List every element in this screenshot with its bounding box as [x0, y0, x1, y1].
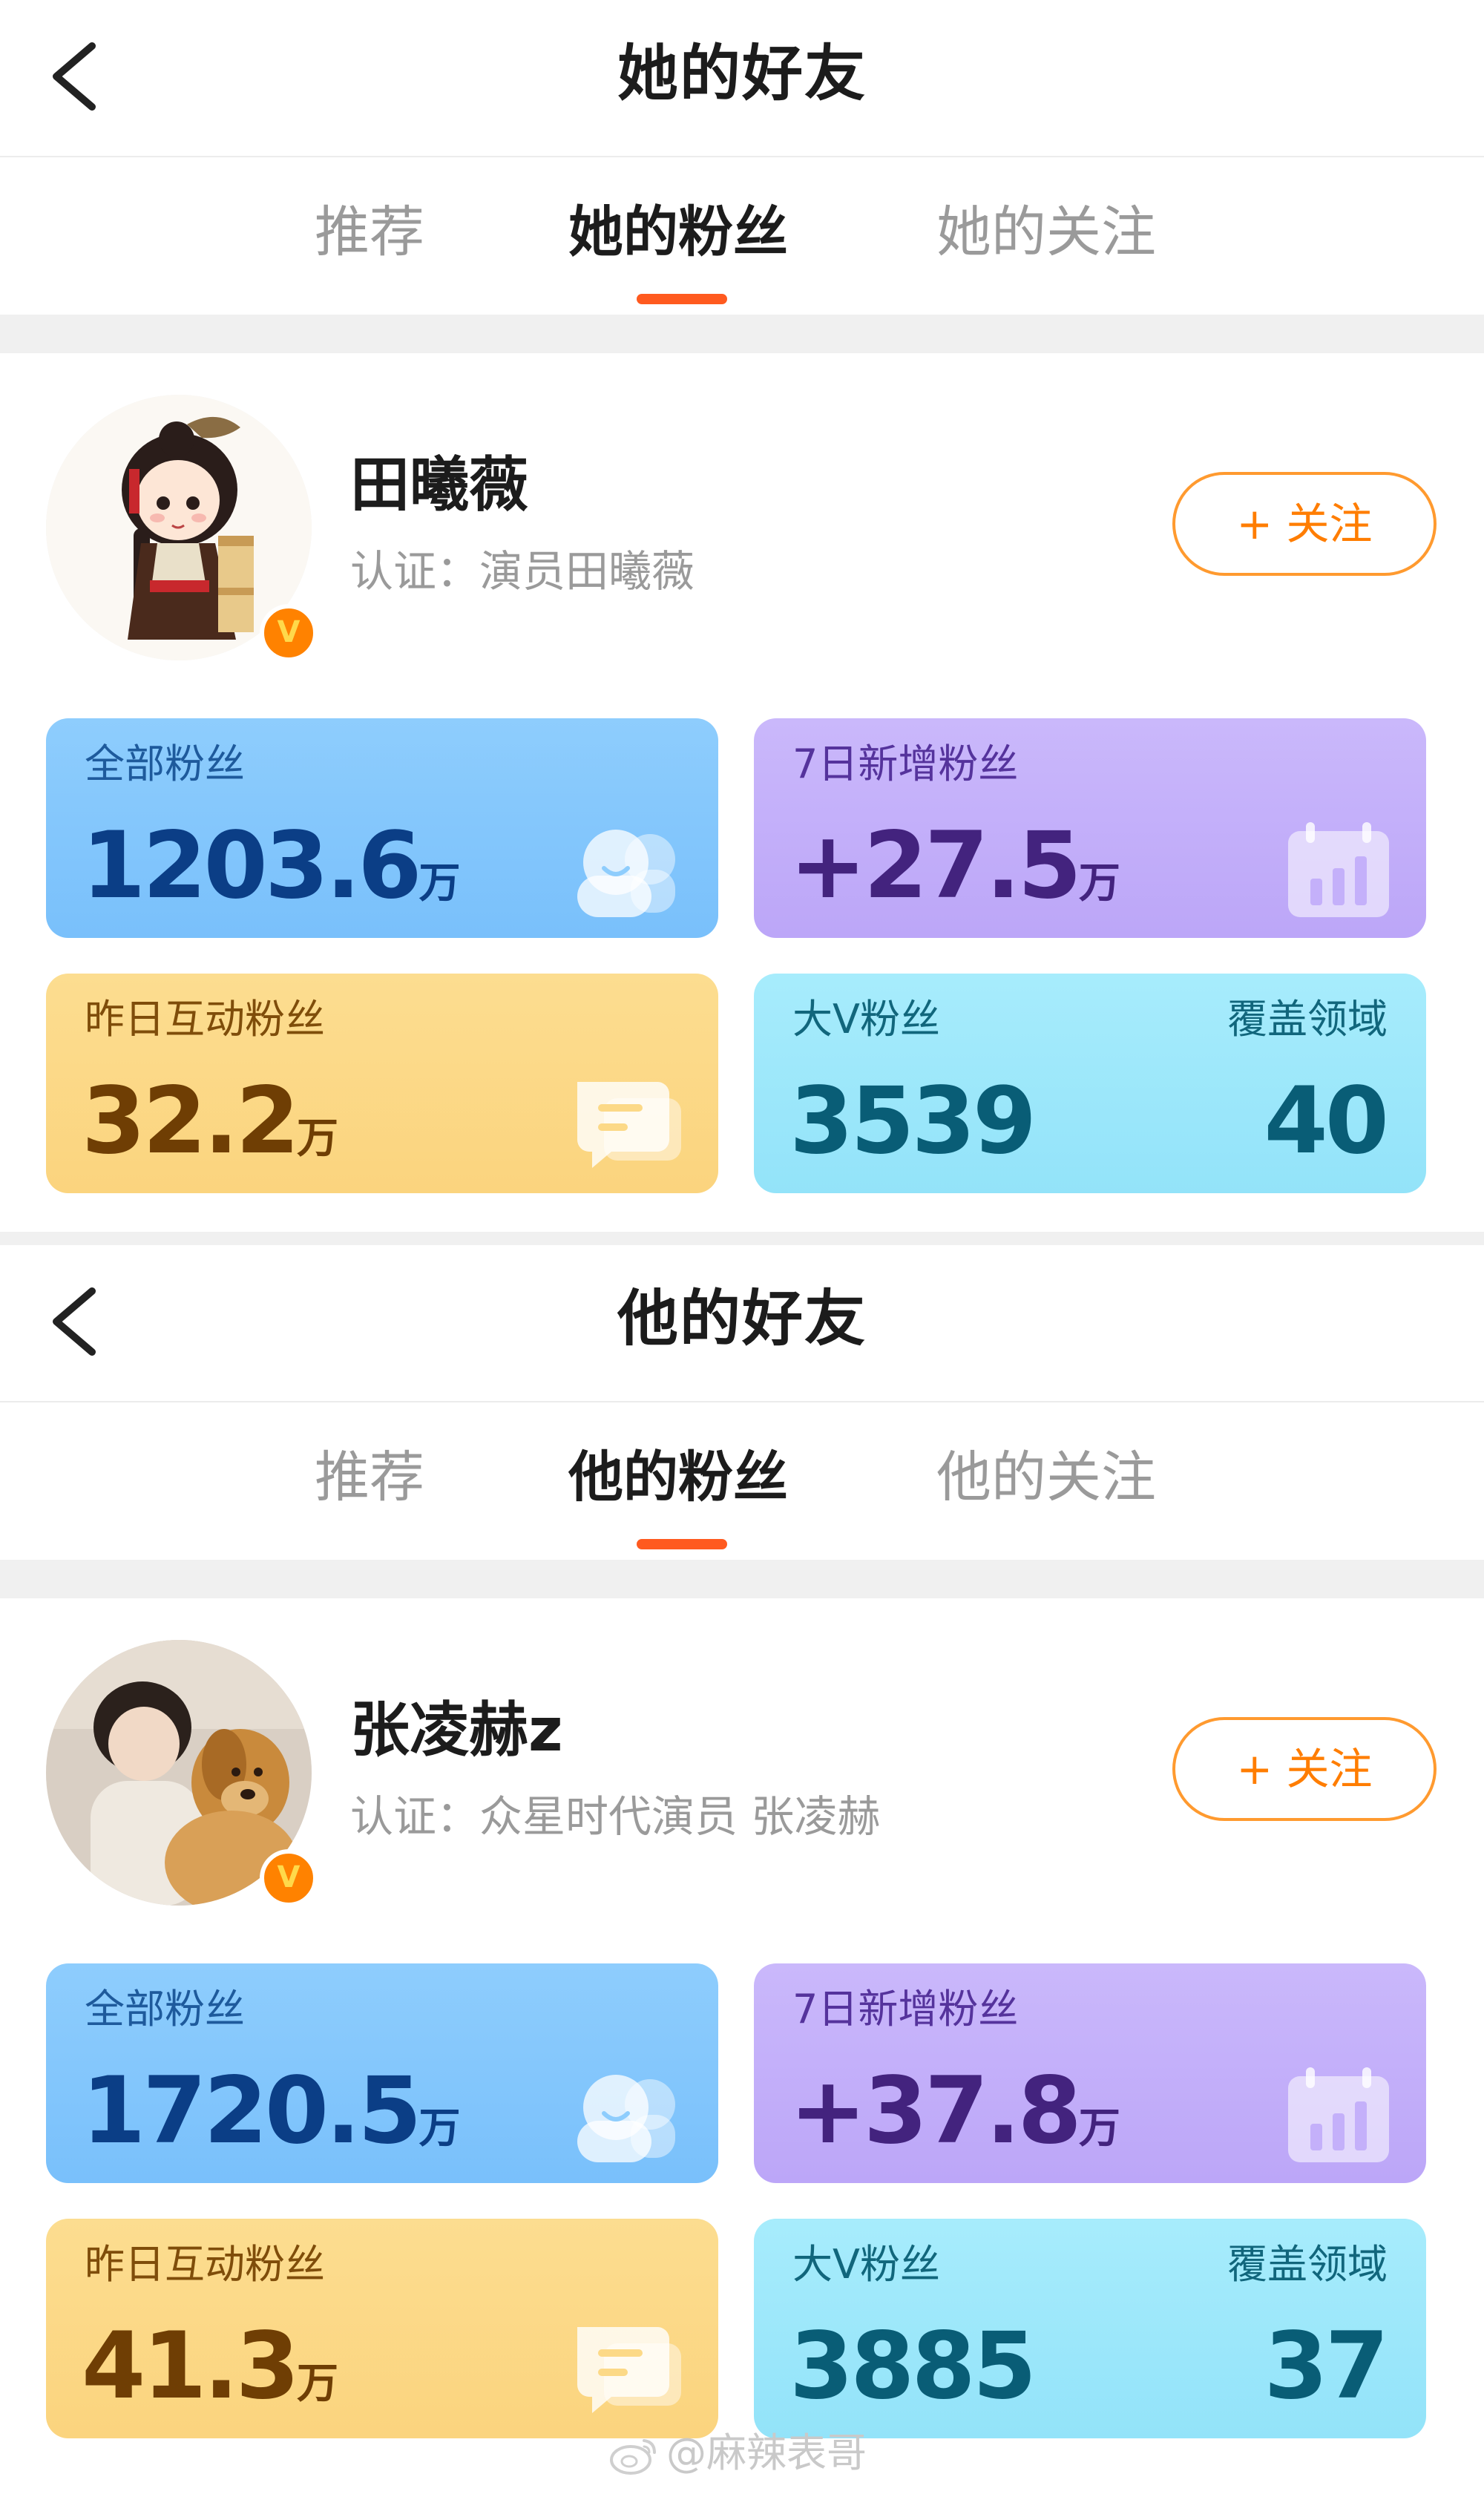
active-tab-indicator: [637, 294, 727, 304]
user-certification: 认证：众星时代演员 张凌赫: [350, 1791, 881, 1842]
tab-recommend[interactable]: 推荐: [315, 199, 424, 266]
chat-bubble-icon: [562, 2317, 689, 2421]
new-fans-7d-label: 7日新增粉丝: [792, 1986, 1019, 2032]
stats-grid: 全部粉丝 1720.5万 7日新增粉丝 +37.8万 昨日互动粉丝 41.3万 …: [0, 1963, 1484, 2446]
active-fans-number: 41.3: [82, 2313, 300, 2420]
top-bar: 她的好友: [0, 0, 1484, 157]
all-fans-card[interactable]: 全部粉丝 1720.5万: [46, 1963, 718, 2183]
new-fans-7d-unit: 万: [1078, 2104, 1120, 2153]
active-fans-number: 32.2: [82, 1068, 300, 1175]
bigv-fans-label: 大V粉丝: [792, 2241, 940, 2288]
active-fans-card[interactable]: 昨日互动粉丝 32.2万: [46, 974, 718, 1193]
new-fans-7d-number: +37.8: [789, 2058, 1082, 2165]
tab-following[interactable]: 他的关注: [936, 1444, 1156, 1511]
active-fans-value: 32.2万: [82, 1066, 338, 1193]
bigv-fans-card[interactable]: 大V粉丝 覆盖领域 3539 40: [754, 974, 1426, 1193]
active-fans-label: 昨日互动粉丝: [85, 996, 325, 1043]
bigv-fans-label: 大V粉丝: [792, 996, 940, 1043]
active-fans-label: 昨日互动粉丝: [85, 2241, 325, 2288]
new-fans-7d-card[interactable]: 7日新增粉丝 +27.5万: [754, 718, 1426, 938]
chat-bubble-icon: [562, 1072, 689, 1175]
weibo-logo-icon: [608, 2433, 660, 2478]
people-icon: [562, 816, 689, 920]
coverage-domain-label: 覆盖领域: [1227, 2241, 1388, 2288]
verified-badge-icon: V: [260, 1849, 318, 1907]
user-name[interactable]: 田曦薇: [350, 448, 528, 522]
tab-fans[interactable]: 她的粉丝: [568, 199, 788, 266]
tab-fans[interactable]: 他的粉丝: [568, 1444, 788, 1511]
follow-button[interactable]: + 关注: [1172, 1717, 1437, 1821]
active-fans-value: 41.3万: [82, 2311, 338, 2438]
new-fans-7d-number: +27.5: [789, 813, 1082, 919]
all-fans-value: 1203.6万: [82, 810, 461, 938]
all-fans-label: 全部粉丝: [85, 1986, 245, 2032]
all-fans-label: 全部粉丝: [85, 741, 245, 787]
tab-following[interactable]: 她的关注: [936, 199, 1156, 266]
bigv-fans-value: 3539: [789, 1068, 1037, 1175]
page-title: 她的好友: [617, 39, 867, 109]
verified-badge-icon: V: [260, 604, 318, 662]
all-fans-unit: 万: [418, 859, 461, 908]
people-icon: [562, 2061, 689, 2165]
stats-grid: 全部粉丝 1203.6万 7日新增粉丝 +27.5万 昨日互动粉丝 32.2万 …: [0, 718, 1484, 1201]
friends-section-her: 她的好友 推荐 她的粉丝 她的关注 V 田曦薇 认证：演员田曦薇 + 关注 全部…: [0, 0, 1484, 1245]
bar-chart-icon: [1270, 2061, 1396, 2165]
friends-section-his: 他的好友 推荐 他的粉丝 他的关注 V 张凌赫z 认证：众星时代演员 张凌赫 +…: [0, 1245, 1484, 2490]
all-fans-value: 1720.5万: [82, 2055, 461, 2183]
page-title: 他的好友: [617, 1284, 867, 1354]
tab-bar: 推荐 他的粉丝 他的关注: [0, 1402, 1484, 1560]
active-fans-unit: 万: [296, 2360, 338, 2408]
top-bar: 他的好友: [0, 1245, 1484, 1402]
watermark-text: @麻辣表哥: [666, 2429, 867, 2476]
user-name[interactable]: 张凌赫z: [350, 1693, 563, 1768]
follow-button[interactable]: + 关注: [1172, 472, 1437, 576]
coverage-domain-label: 覆盖领域: [1227, 996, 1388, 1043]
all-fans-number: 1203.6: [82, 813, 422, 919]
profile-row: V 张凌赫z 认证：众星时代演员 张凌赫 + 关注: [0, 1598, 1484, 1947]
active-fans-unit: 万: [296, 1115, 338, 1163]
user-certification: 认证：演员田曦薇: [350, 546, 695, 597]
new-fans-7d-value: +37.8万: [789, 2055, 1120, 2183]
active-tab-indicator: [637, 1539, 727, 1549]
all-fans-unit: 万: [418, 2104, 461, 2153]
new-fans-7d-card[interactable]: 7日新增粉丝 +37.8万: [754, 1963, 1426, 2183]
all-fans-card[interactable]: 全部粉丝 1203.6万: [46, 718, 718, 938]
new-fans-7d-unit: 万: [1078, 859, 1120, 908]
tab-bar: 推荐 她的粉丝 她的关注: [0, 157, 1484, 315]
new-fans-7d-value: +27.5万: [789, 810, 1120, 938]
tab-recommend[interactable]: 推荐: [315, 1444, 424, 1511]
new-fans-7d-label: 7日新增粉丝: [792, 741, 1019, 787]
all-fans-number: 1720.5: [82, 2058, 422, 2165]
bar-chart-icon: [1270, 816, 1396, 920]
bigv-fans-card[interactable]: 大V粉丝 覆盖领域 3885 37: [754, 2219, 1426, 2438]
watermark: @麻辣表哥: [608, 2424, 867, 2483]
profile-row: V 田曦薇 认证：演员田曦薇 + 关注: [0, 353, 1484, 702]
section-divider: [0, 1232, 1484, 1245]
bigv-fans-value: 3885: [789, 2313, 1037, 2420]
section-divider: [0, 315, 1484, 353]
coverage-domain-value: 37: [1264, 2313, 1389, 2420]
active-fans-card[interactable]: 昨日互动粉丝 41.3万: [46, 2219, 718, 2438]
coverage-domain-value: 40: [1264, 1068, 1389, 1175]
section-divider: [0, 1560, 1484, 1598]
